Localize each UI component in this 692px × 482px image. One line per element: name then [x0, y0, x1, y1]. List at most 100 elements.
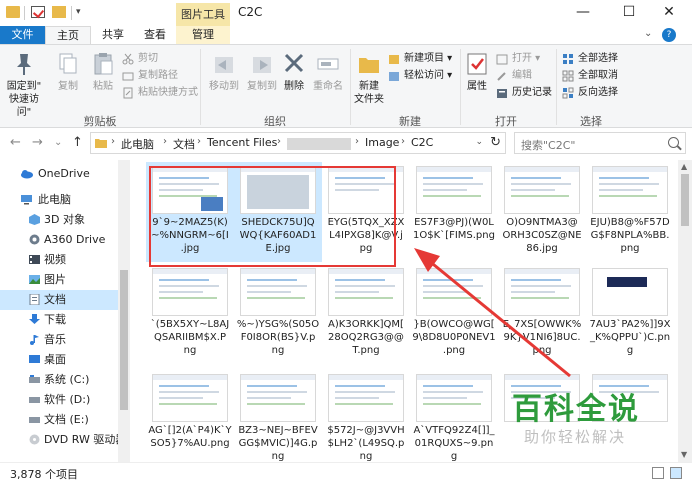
- breadcrumb-image[interactable]: Image: [365, 136, 399, 149]
- file-list-scrollbar-thumb[interactable]: [681, 174, 689, 226]
- folder-icon[interactable]: [6, 6, 20, 18]
- sidebar-item-software-d[interactable]: 软件 (D:): [0, 390, 118, 410]
- sidebar-item-label: 软件 (D:): [44, 393, 91, 406]
- properties-check-icon[interactable]: [31, 6, 45, 18]
- refresh-icon[interactable]: ↻: [490, 135, 501, 150]
- rename-button[interactable]: 重命名: [310, 51, 346, 93]
- recent-locations-button[interactable]: ⌄: [54, 137, 62, 148]
- file-tile[interactable]: EJU)B8@%F57D G$F8NPLA%BB. png: [586, 162, 674, 262]
- properties-button[interactable]: 属性: [462, 51, 492, 93]
- cut-button[interactable]: 剪切: [122, 51, 158, 67]
- delete-button[interactable]: 删除: [280, 51, 308, 93]
- sidebar-item-documents[interactable]: 文档: [0, 290, 118, 310]
- tab-share[interactable]: 共享: [91, 26, 135, 44]
- select-none-button[interactable]: 全部取消: [562, 68, 618, 84]
- file-tile[interactable]: AG`[]2(A`P4)K`Y SO5}7%AU.png: [146, 370, 234, 462]
- watermark-subtitle: 助你轻松解决: [524, 428, 627, 446]
- file-tile[interactable]: A`VTFQ92Z4[]]_ 01RQUXS~9.pn g: [410, 370, 498, 462]
- address-bar[interactable]: › 此电脑 › 文档 › Tencent Files › › Image › C…: [90, 132, 506, 154]
- new-folder-icon[interactable]: [52, 6, 66, 18]
- file-list-scrollbar[interactable]: ▲ ▼: [678, 160, 692, 462]
- select-all-button[interactable]: 全部选择: [562, 51, 618, 67]
- sidebar-item-onedrive[interactable]: OneDrive: [0, 164, 118, 184]
- breadcrumb-this-pc[interactable]: 此电脑: [121, 136, 154, 152]
- file-tile[interactable]: }B(OWCO@WG[ 9\8D8U0P0NEV1 .png: [410, 264, 498, 364]
- quick-access-dropdown[interactable]: ▾: [76, 7, 81, 17]
- easy-access-button[interactable]: 轻松访问 ▾: [388, 68, 452, 84]
- breadcrumb-tencent-files[interactable]: Tencent Files: [207, 136, 277, 149]
- invert-selection-button[interactable]: 反向选择: [562, 85, 618, 101]
- organize-group-label: 组织: [264, 115, 286, 128]
- history-button[interactable]: 历史记录: [496, 85, 552, 101]
- sidebar-item-label: 系统 (C:): [44, 373, 90, 386]
- breadcrumb-separator: ›: [355, 136, 359, 147]
- search-input[interactable]: 搜索"C2C": [514, 132, 686, 154]
- sidebar-item-documents-e[interactable]: 文档 (E:): [0, 410, 118, 430]
- scroll-up-icon[interactable]: ▲: [681, 162, 687, 171]
- sidebar-item-pictures[interactable]: 图片: [0, 270, 118, 290]
- sidebar-item-a360-drive[interactable]: A360 Drive: [0, 230, 118, 250]
- copy-button[interactable]: 复制: [50, 51, 86, 93]
- tab-manage[interactable]: 管理: [176, 26, 230, 44]
- tab-file[interactable]: 文件: [0, 26, 45, 44]
- rename-label: 重命名: [313, 81, 343, 92]
- address-dropdown-icon[interactable]: ⌄: [475, 137, 483, 147]
- move-to-button[interactable]: 移动到: [204, 51, 244, 93]
- file-tile[interactable]: O)O9NTMA3@ ORH3C0SZ@NE 86.jpg: [498, 162, 586, 262]
- sidebar-scrollbar-thumb[interactable]: [120, 270, 128, 410]
- file-tile[interactable]: %~)YSG%(S05O F0I8OR(BS}V.p ng: [234, 264, 322, 364]
- sidebar-item-desktop[interactable]: 桌面: [0, 350, 118, 370]
- divider: [71, 6, 72, 20]
- minimize-button[interactable]: —: [560, 0, 606, 26]
- close-button[interactable]: ✕: [646, 0, 692, 26]
- paste-shortcut-button[interactable]: 粘贴快捷方式: [122, 85, 198, 101]
- tab-home[interactable]: 主页: [45, 26, 91, 44]
- paste-button[interactable]: 粘贴: [86, 51, 120, 93]
- tab-view[interactable]: 查看: [135, 26, 175, 44]
- sidebar-item-this-pc[interactable]: 此电脑: [0, 190, 118, 210]
- up-button[interactable]: ↑: [72, 135, 83, 150]
- file-tile[interactable]: E_7XS[OWWK% 9K}V1NI6]8UC. png: [498, 264, 586, 364]
- sidebar-item-label: A360 Drive: [44, 233, 106, 246]
- sidebar-item-label: 3D 对象: [44, 213, 85, 226]
- copy-to-button[interactable]: 复制到: [244, 51, 280, 93]
- copy-to-label: 复制到: [247, 81, 277, 92]
- file-tile[interactable]: 7AU3`PA2%]]9X _K%QPPU`)C.pn g: [586, 264, 674, 364]
- large-icons-view-icon[interactable]: [670, 467, 682, 479]
- scroll-down-icon[interactable]: ▼: [681, 450, 687, 459]
- sidebar-item-dvd-rw[interactable]: DVD RW 驱动器: [0, 430, 126, 450]
- forward-button[interactable]: →: [32, 135, 43, 150]
- new-item-button[interactable]: 新建项目 ▾: [388, 51, 452, 67]
- back-button[interactable]: ←: [10, 135, 21, 150]
- sidebar-item-music[interactable]: 音乐: [0, 330, 118, 350]
- pin-icon: [12, 51, 36, 77]
- breadcrumb-documents[interactable]: 文档: [173, 136, 195, 152]
- sidebar-item-downloads[interactable]: 下载: [0, 310, 118, 330]
- file-tile[interactable]: $572J~@J3VVH $LH2`(L49SQ.p ng: [322, 370, 410, 462]
- new-folder-icon: [357, 51, 381, 77]
- image-thumbnail: [152, 268, 228, 316]
- copy-path-button[interactable]: 复制路径: [122, 68, 178, 84]
- edit-button[interactable]: 编辑: [496, 68, 532, 84]
- image-thumbnail: [152, 374, 228, 422]
- open-button[interactable]: 打开 ▾: [496, 51, 540, 67]
- file-tile[interactable]: `(5BX5XY~L8AJ QSARIIBM$X.P ng: [146, 264, 234, 364]
- pin-to-quick-access-button[interactable]: 固定到" 快速访问": [4, 51, 44, 119]
- sidebar-item-label: 文档: [44, 293, 66, 306]
- file-tile[interactable]: BZ3~NEJ~BFEV GG$MVIC)]4G.p ng: [234, 370, 322, 462]
- details-view-icon[interactable]: [652, 467, 664, 479]
- file-tile[interactable]: ES7F3@PJ)(W0L 1O$K`[FIMS.png: [410, 162, 498, 262]
- folder-icon: [95, 139, 107, 148]
- sidebar-item-system-c[interactable]: 系统 (C:): [0, 370, 118, 390]
- new-folder-button[interactable]: 新建 文件夹: [352, 51, 386, 106]
- file-tile[interactable]: A)K3ORKK]QM[ 28OQ2RG3@@ T.png: [322, 264, 410, 364]
- sidebar-scrollbar[interactable]: [118, 160, 130, 462]
- help-icon[interactable]: ?: [662, 28, 676, 42]
- sidebar-item-3d-objects[interactable]: 3D 对象: [0, 210, 118, 230]
- file-name: BZ3~NEJ~BFEV GG$MVIC)]4G.p ng: [238, 425, 318, 462]
- sidebar-item-videos[interactable]: 视频: [0, 250, 118, 270]
- collapse-ribbon-icon[interactable]: ⌄: [644, 28, 652, 39]
- copy-path-icon: [122, 70, 134, 82]
- window-title: C2C: [238, 5, 263, 19]
- breadcrumb-c2c[interactable]: C2C: [411, 136, 433, 149]
